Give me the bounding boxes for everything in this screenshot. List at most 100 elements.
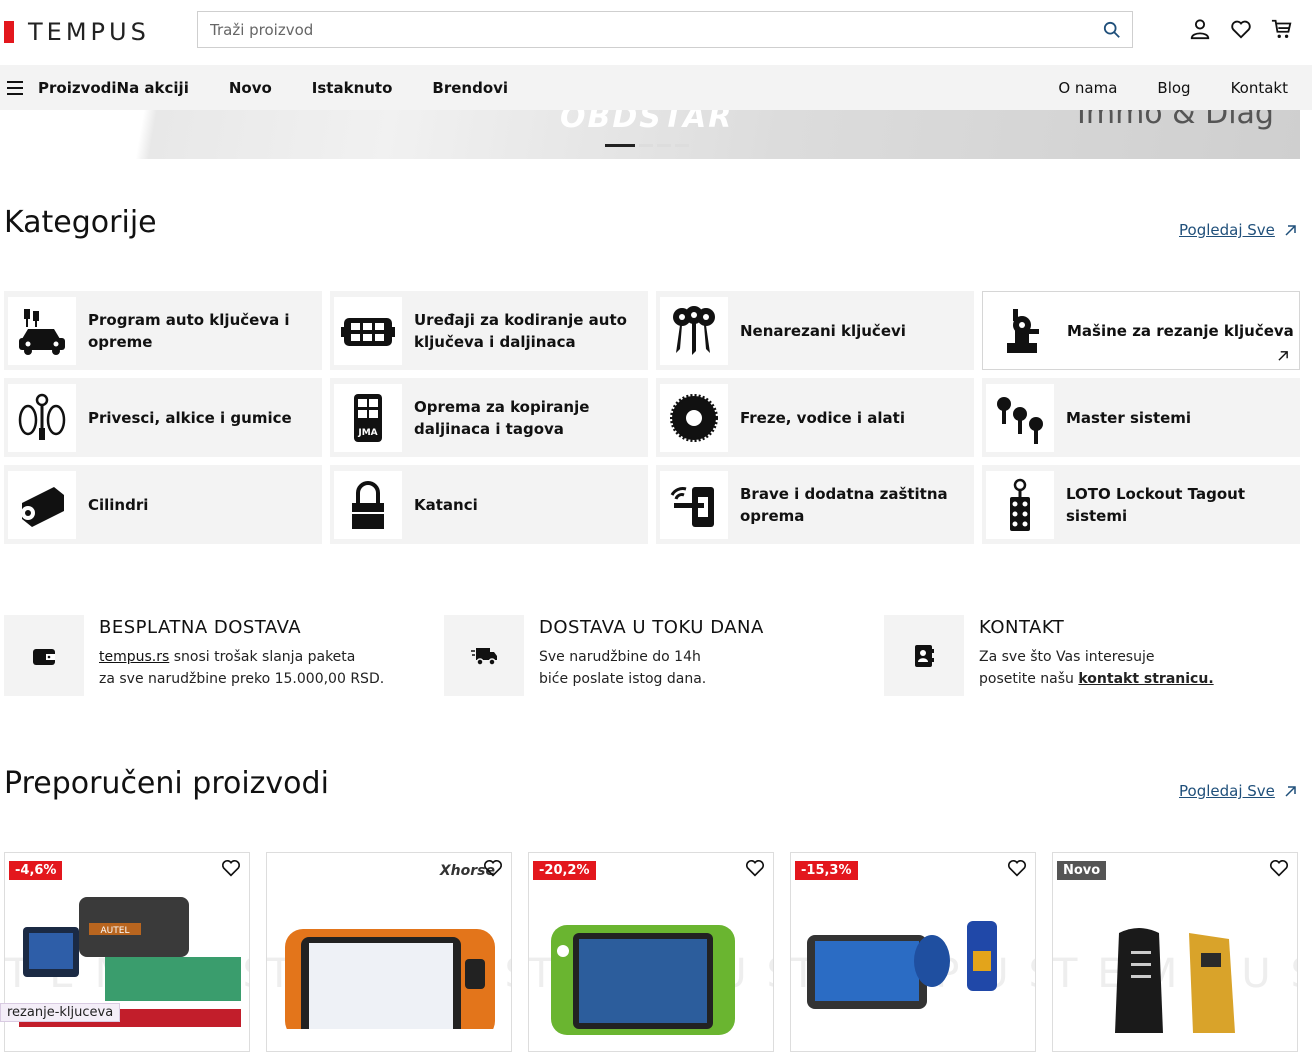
recommended-see-all-link[interactable]: Pogledaj Sve xyxy=(1179,782,1297,800)
nav-item-brands[interactable]: Brendovi xyxy=(432,79,508,97)
carousel-dot-active[interactable] xyxy=(605,144,635,147)
nav-item-sale[interactable]: Na akciji xyxy=(117,79,189,97)
master-keys-icon xyxy=(986,383,1054,452)
products-menu-label: Proizvodi xyxy=(38,78,117,97)
cylinder-lock-icon xyxy=(8,470,76,539)
cart-icon[interactable] xyxy=(1270,17,1294,41)
nav-item-new[interactable]: Novo xyxy=(229,79,272,97)
category-card[interactable]: Freze, vodice i alati xyxy=(656,378,974,457)
product-card[interactable]: TEMPUS -20,2% xyxy=(528,852,774,1052)
wishlist-heart-icon[interactable] xyxy=(1269,859,1289,881)
contact-page-link[interactable]: kontakt stranicu. xyxy=(1078,671,1213,687)
product-image xyxy=(807,921,997,1009)
category-card[interactable]: Katanci xyxy=(330,465,648,544)
delivery-truck-icon xyxy=(444,615,524,696)
category-label: LOTO Lockout Tagout sistemi xyxy=(1066,484,1245,525)
discount-badge: -15,3% xyxy=(795,861,858,880)
category-label: Katanci xyxy=(414,495,478,514)
category-card[interactable]: Brave i dodatna zaštitna oprema xyxy=(656,465,974,544)
category-card[interactable]: Privesci, alkice i gumice xyxy=(4,378,322,457)
carousel-dot[interactable] xyxy=(657,144,671,147)
site-header: TEMPUS xyxy=(0,0,1312,64)
info-title: DOSTAVA U TOKU DANA xyxy=(539,617,764,638)
new-badge: Novo xyxy=(1057,861,1107,880)
info-title: BESPLATNA DOSTAVA xyxy=(99,617,302,638)
search-icon[interactable] xyxy=(1092,21,1132,39)
arrow-up-right-icon xyxy=(1278,351,1288,361)
info-text-line1: snosi trošak slanja paketa xyxy=(169,649,356,665)
see-all-label: Pogledaj Sve xyxy=(1179,782,1275,800)
info-text: tempus.rs snosi trošak slanja paketa za s… xyxy=(99,646,384,690)
product-card[interactable]: TEMPUS -15,3% xyxy=(790,852,1036,1052)
product-card[interactable]: TEMPUS Xhorse xyxy=(266,852,512,1052)
hamburger-icon xyxy=(7,80,23,95)
heart-icon[interactable] xyxy=(1229,17,1253,41)
recommended-title: Preporučeni proizvodi xyxy=(4,766,329,801)
product-image xyxy=(1115,928,1235,1033)
padlock-icon xyxy=(334,470,402,539)
category-label: Program auto ključeva i opreme xyxy=(88,310,290,351)
tempus-link[interactable]: tempus.rs xyxy=(99,649,169,665)
category-card[interactable]: Cilindri xyxy=(4,465,322,544)
product-card[interactable]: TEMPUS Novo xyxy=(1052,852,1298,1052)
info-text-line1: Sve narudžbine do 14h xyxy=(539,649,701,665)
info-free-delivery: BESPLATNA DOSTAVA tempus.rs snosi trošak… xyxy=(4,615,384,696)
nav-secondary: O nama Blog Kontakt xyxy=(1058,65,1288,110)
info-title: KONTAKT xyxy=(979,617,1065,638)
category-card-hovered[interactable]: Mašine za rezanje ključeva xyxy=(982,291,1300,370)
key-cutting-machine-icon xyxy=(987,296,1055,365)
carousel-dot[interactable] xyxy=(639,144,653,147)
logo-mark xyxy=(4,21,14,43)
banner-text: Immo & Diag xyxy=(1077,110,1274,131)
carousel-dots xyxy=(605,144,689,147)
svg-text:JMA: JMA xyxy=(357,428,377,438)
browser-status-url: rezanje-kljuceva xyxy=(0,1003,121,1022)
info-same-day-delivery: DOSTAVA U TOKU DANA Sve narudžbine do 14… xyxy=(444,615,764,696)
category-card[interactable]: Program auto ključeva i opreme xyxy=(4,291,322,370)
category-card[interactable]: Master sistemi xyxy=(982,378,1300,457)
wishlist-heart-icon[interactable] xyxy=(745,859,765,881)
arrow-up-right-icon xyxy=(1285,786,1296,797)
nav-item-contact[interactable]: Kontakt xyxy=(1231,79,1288,97)
categories-see-all-link[interactable]: Pogledaj Sve xyxy=(1179,221,1297,239)
logo-text: TEMPUS xyxy=(28,18,150,46)
wishlist-heart-icon[interactable] xyxy=(1007,859,1027,881)
product-card[interactable]: TEMPUS AUTEL -4,6% xyxy=(4,852,250,1052)
category-label: Nenarezani ključevi xyxy=(740,321,906,340)
user-icon[interactable] xyxy=(1188,17,1212,41)
search-bar xyxy=(197,11,1133,48)
lockout-tag-icon xyxy=(986,470,1054,539)
wallet-icon xyxy=(4,615,84,696)
key-blanks-icon xyxy=(660,296,728,365)
product-list: TEMPUS AUTEL -4,6% TEMPUS Xhorse TEMPUS … xyxy=(4,852,1298,1052)
category-label: Master sistemi xyxy=(1066,408,1192,427)
info-text-line2: posetite našu xyxy=(979,671,1079,687)
discount-badge: -20,2% xyxy=(533,861,596,880)
nav-item-about[interactable]: O nama xyxy=(1058,79,1117,97)
category-card[interactable]: JMA Oprema za kopiranje daljinaca i tago… xyxy=(330,378,648,457)
carousel-dot[interactable] xyxy=(675,144,689,147)
nav-item-blog[interactable]: Blog xyxy=(1157,79,1190,97)
arrow-up-right-icon xyxy=(1285,225,1296,236)
cutter-wheel-icon xyxy=(660,383,728,452)
product-image xyxy=(285,929,495,1029)
product-image xyxy=(551,925,735,1035)
products-menu-button[interactable]: Proizvodi xyxy=(7,79,117,97)
category-card[interactable]: Uređaji za kodiranje auto ključeva i dal… xyxy=(330,291,648,370)
site-logo[interactable]: TEMPUS xyxy=(4,18,150,46)
svg-text:AUTEL: AUTEL xyxy=(101,926,130,936)
search-input[interactable] xyxy=(198,12,1092,47)
hero-banner[interactable]: OBDSTAR Immo & Diag xyxy=(0,110,1300,159)
wishlist-heart-icon[interactable] xyxy=(483,859,503,881)
nav-item-featured[interactable]: Istaknuto xyxy=(312,79,393,97)
category-label: Brave i dodatna zaštitna oprema xyxy=(740,484,948,525)
info-text-line2: biće poslate istog dana. xyxy=(539,671,707,687)
category-card[interactable]: LOTO Lockout Tagout sistemi xyxy=(982,465,1300,544)
smart-lock-icon xyxy=(660,470,728,539)
info-text-line1: Za sve što Vas interesuje xyxy=(979,649,1155,665)
wishlist-heart-icon[interactable] xyxy=(221,859,241,881)
category-card[interactable]: Nenarezani ključevi xyxy=(656,291,974,370)
category-label: Freze, vodice i alati xyxy=(740,408,905,427)
info-text: Sve narudžbine do 14h biće poslate istog … xyxy=(539,646,764,690)
info-text: Za sve što Vas interesuje posetite našu k… xyxy=(979,646,1214,690)
